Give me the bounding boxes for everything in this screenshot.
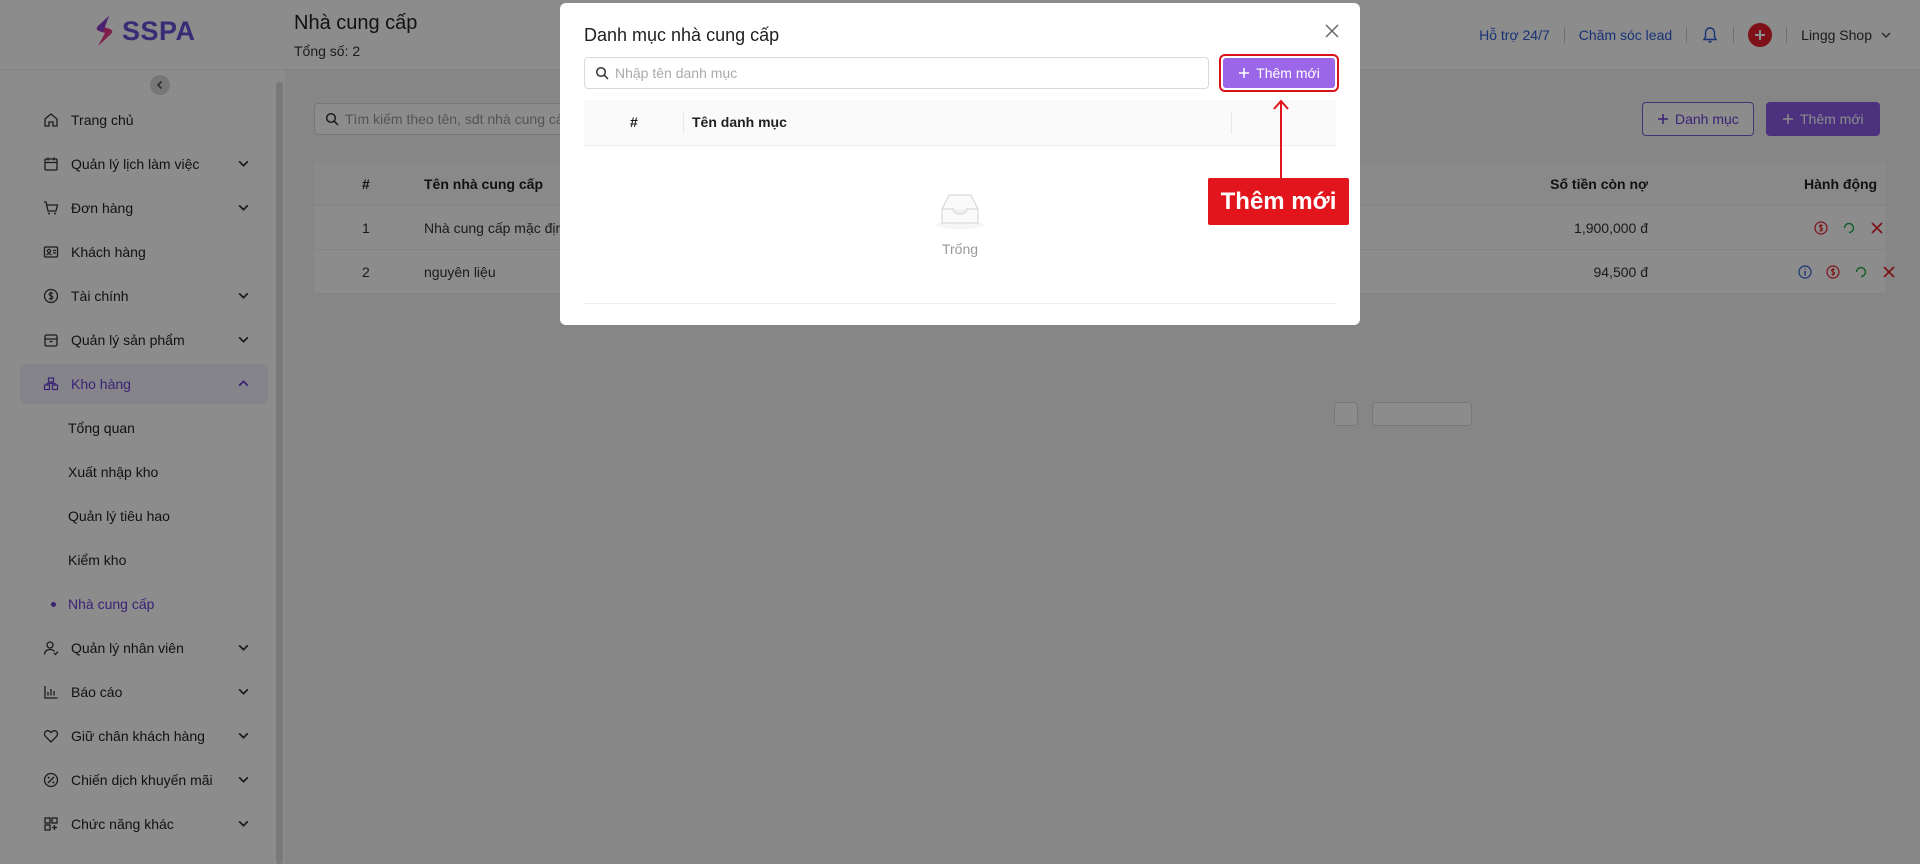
divider xyxy=(683,112,684,134)
search-icon xyxy=(595,66,609,80)
header-no: # xyxy=(630,114,638,130)
highlight-frame: Thêm mới xyxy=(1219,54,1339,92)
empty-text: Trống xyxy=(941,241,979,257)
close-icon[interactable] xyxy=(1322,21,1342,41)
category-search-input[interactable]: Nhập tên danh mục xyxy=(584,57,1209,89)
category-search-placeholder: Nhập tên danh mục xyxy=(615,65,738,81)
annotation-arrow-icon xyxy=(1273,99,1289,182)
annotation-label: Thêm mới xyxy=(1208,178,1349,225)
add-category-button[interactable]: Thêm mới xyxy=(1223,58,1335,88)
add-category-label: Thêm mới xyxy=(1256,65,1320,81)
category-modal: Danh mục nhà cung cấp Nhập tên danh mục … xyxy=(560,3,1360,325)
divider xyxy=(584,303,1336,304)
plus-icon xyxy=(1239,68,1250,78)
empty-inbox-icon xyxy=(936,194,984,229)
divider xyxy=(1231,112,1232,134)
modal-title: Danh mục nhà cung cấp xyxy=(584,25,780,45)
category-table-header: # Tên danh mục xyxy=(584,100,1336,146)
header-category-name: Tên danh mục xyxy=(692,114,787,130)
